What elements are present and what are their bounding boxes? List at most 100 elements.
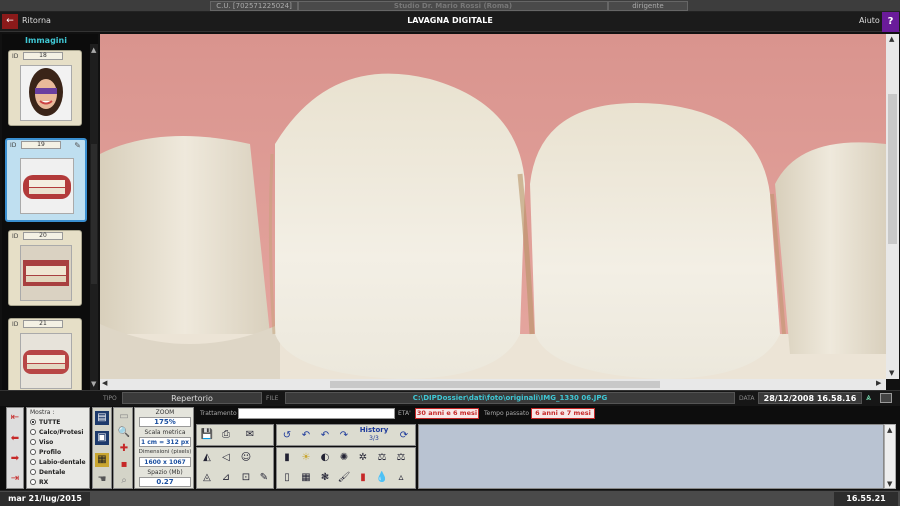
- redo-icon[interactable]: ↷: [337, 429, 351, 443]
- radio-icon[interactable]: [30, 479, 36, 485]
- teeth-photo-thumbnail: [20, 245, 72, 301]
- radio-checked-icon[interactable]: [30, 419, 36, 425]
- back-step-icon[interactable]: ↶: [318, 429, 332, 443]
- filter-option-profilo[interactable]: Profilo: [30, 449, 61, 456]
- edit-tool-icon[interactable]: ✎: [74, 141, 81, 150]
- page-title: LAVAGNA DIGITALE: [407, 16, 493, 25]
- measure-icon[interactable]: ⊿: [219, 471, 233, 485]
- gamma-icon[interactable]: ✲: [356, 451, 370, 465]
- balance-icon[interactable]: ⚖: [375, 451, 389, 465]
- history-panel: ↺ ↶ ↶ ↷ History 3/3 ⟳: [276, 424, 416, 446]
- filter-option-viso[interactable]: Viso: [30, 439, 53, 446]
- undo-icon[interactable]: ↶: [299, 429, 313, 443]
- notes-scrollbar[interactable]: ▲ ▼: [884, 424, 896, 489]
- image-horizontal-scrollbar[interactable]: ◀ ▶: [100, 379, 886, 390]
- filter-option-calco[interactable]: Calco/Protesi: [30, 429, 83, 436]
- card-id: 20: [23, 232, 63, 240]
- radio-icon[interactable]: [30, 449, 36, 455]
- brightness-bar-icon[interactable]: ▮: [280, 451, 294, 465]
- image-adjust-panel: ▮ ☀ ◐ ✺ ✲ ⚖ ⚖ ▯ ▦ ❃ 🖌 ▮ 💧 ▵: [276, 447, 416, 489]
- filter-option-rx[interactable]: RX: [30, 479, 48, 486]
- filter-option-tutte[interactable]: TUTTE: [30, 419, 60, 426]
- scroll-up-icon[interactable]: ▲: [91, 46, 96, 54]
- save-icon[interactable]: 💾: [200, 428, 214, 442]
- zoom-reset-icon[interactable]: ▪: [117, 458, 131, 472]
- radio-icon[interactable]: [30, 429, 36, 435]
- brush-icon[interactable]: 🖌: [337, 471, 351, 485]
- filter-option-labio-dentale[interactable]: Labio-dentale: [30, 459, 86, 466]
- crop-icon[interactable]: ⊡: [239, 471, 253, 485]
- file-path: C:\DIPDossier\dati\foto\originali\IMG_13…: [285, 392, 735, 404]
- main-dental-photo[interactable]: [100, 34, 886, 379]
- image-card[interactable]: ID 18: [8, 50, 82, 126]
- dimensions-value: 1600 x 1067: [139, 457, 191, 467]
- zoom-out-icon[interactable]: 🔍: [117, 426, 131, 440]
- scroll-down-icon[interactable]: ▼: [887, 480, 892, 488]
- face-grid-icon[interactable]: ☺: [239, 451, 253, 465]
- help-icon[interactable]: ?: [882, 12, 899, 32]
- first-image-icon[interactable]: ⇤: [8, 411, 22, 425]
- undo-all-icon[interactable]: ↺: [280, 429, 294, 443]
- grid-view-icon[interactable]: ▦: [95, 453, 109, 467]
- elapsed-time: 6 anni e 7 mesi: [531, 408, 595, 419]
- filter-title: Mostra :: [30, 409, 55, 416]
- noise-icon[interactable]: ❃: [318, 471, 332, 485]
- last-image-icon[interactable]: ⇥: [8, 472, 22, 486]
- zoom-fit-icon[interactable]: ▭: [117, 410, 131, 424]
- scroll-down-icon[interactable]: ▼: [889, 369, 894, 377]
- sidebar-scroll-thumb[interactable]: [91, 144, 97, 284]
- filter-option-label: Dentale: [39, 469, 66, 476]
- treatment-input[interactable]: [238, 408, 395, 419]
- filter-option-dentale[interactable]: Dentale: [30, 469, 65, 476]
- scroll-up-icon[interactable]: ▲: [889, 35, 894, 43]
- next-image-icon[interactable]: ➡: [8, 452, 22, 466]
- scroll-up-icon[interactable]: ▲: [887, 426, 892, 434]
- color-bar-icon[interactable]: ▮: [356, 471, 370, 485]
- film-strip-icon[interactable]: ▤: [95, 411, 109, 425]
- filter-option-label: RX: [39, 479, 49, 486]
- card-id-label: ID: [12, 233, 19, 240]
- help-label[interactable]: Aiuto: [859, 16, 880, 25]
- refresh-icon[interactable]: ⟳: [397, 429, 411, 443]
- vertical-scroll-thumb[interactable]: [888, 94, 897, 244]
- zoom-in-icon[interactable]: ✚: [117, 442, 131, 456]
- color-tool-icon[interactable]: ⩓: [866, 393, 876, 403]
- previous-image-icon[interactable]: ⬅: [8, 432, 22, 446]
- pen-icon[interactable]: ✎: [257, 471, 271, 485]
- drop-icon[interactable]: 💧: [375, 471, 389, 485]
- view-mode-panel: ▤ ▣ ▦ ☚: [92, 407, 112, 489]
- hand-tool-icon[interactable]: ☚: [95, 473, 109, 487]
- grid-filter-icon[interactable]: ▦: [299, 471, 313, 485]
- scroll-left-icon[interactable]: ◀: [102, 379, 107, 387]
- card-id-label: ID: [10, 142, 17, 149]
- email-icon[interactable]: ✉: [239, 428, 261, 442]
- ruler-triangle-icon[interactable]: ◬: [200, 471, 214, 485]
- size-icon[interactable]: ⚖: [394, 451, 408, 465]
- print-icon[interactable]: ⎙: [219, 428, 233, 442]
- angle-tool-icon[interactable]: ◁: [219, 451, 233, 465]
- geometry-tools-panel: ◭ ◁ ☺ ◬ ⊿ ⊡ ✎: [196, 447, 274, 489]
- sharpen-icon[interactable]: ▵: [394, 471, 408, 485]
- contrast-icon[interactable]: ◐: [318, 451, 332, 465]
- single-view-icon[interactable]: ▣: [95, 431, 109, 445]
- radio-icon[interactable]: [30, 439, 36, 445]
- scroll-right-icon[interactable]: ▶: [876, 379, 881, 387]
- level-bar-icon[interactable]: ▯: [280, 471, 294, 485]
- radio-icon[interactable]: [30, 469, 36, 475]
- window-icon[interactable]: [880, 393, 892, 403]
- sun-icon[interactable]: ☀: [299, 451, 313, 465]
- sidebar-scrollbar[interactable]: ▲ ▼: [90, 44, 98, 390]
- magnifier-icon[interactable]: ⌕: [117, 474, 131, 488]
- notes-area[interactable]: [418, 424, 884, 489]
- history-count: 3/3: [369, 435, 379, 442]
- radio-icon[interactable]: [30, 459, 36, 465]
- image-card[interactable]: ID 21: [8, 318, 82, 394]
- exposure-icon[interactable]: ✺: [337, 451, 351, 465]
- image-card-selected[interactable]: ID 19 ✎: [5, 138, 87, 222]
- scroll-down-icon[interactable]: ▼: [91, 380, 96, 388]
- image-vertical-scrollbar[interactable]: ▲ ▼: [886, 34, 899, 379]
- triangle-tool-icon[interactable]: ◭: [200, 451, 214, 465]
- image-card[interactable]: ID 20: [8, 230, 82, 306]
- horizontal-scroll-thumb[interactable]: [330, 381, 660, 388]
- history-label: History: [359, 426, 389, 434]
